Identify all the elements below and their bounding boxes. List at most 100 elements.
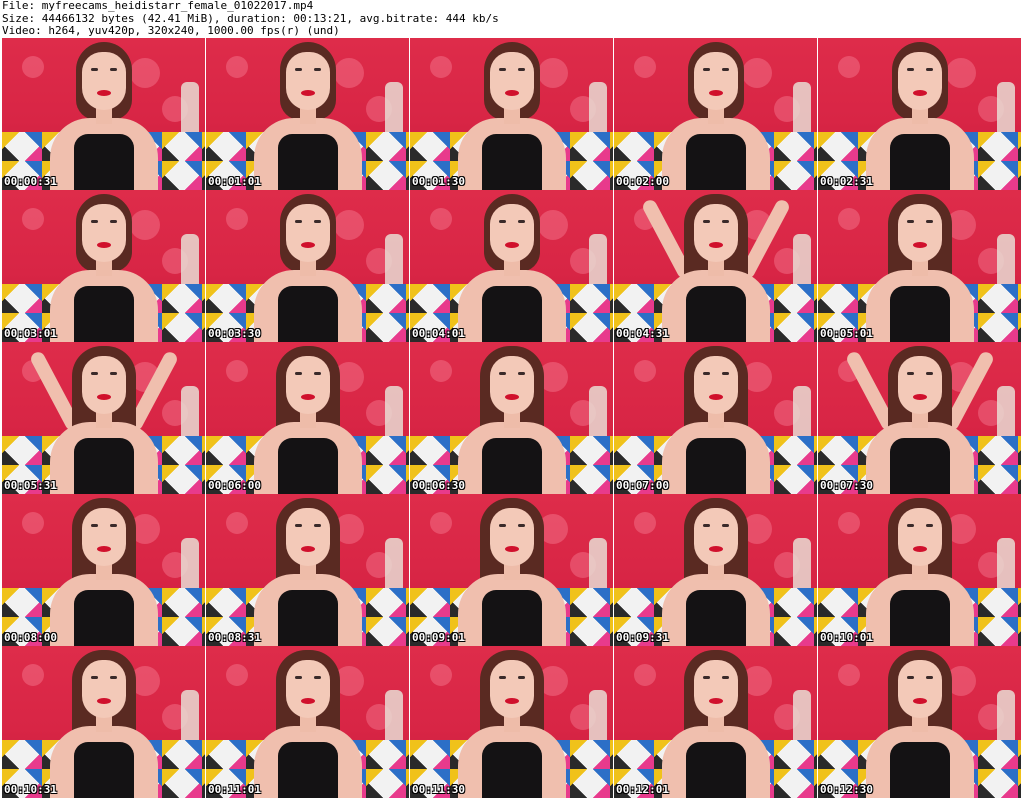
person-figure bbox=[844, 342, 995, 494]
wallpaper-dot bbox=[838, 664, 860, 686]
eye bbox=[925, 524, 933, 527]
eye bbox=[109, 676, 117, 679]
thumbnail-timestamp: 00:06:30 bbox=[412, 479, 465, 492]
thumbnail-timestamp: 00:02:31 bbox=[820, 175, 873, 188]
video-thumbnail: 00:05:31 bbox=[2, 342, 205, 494]
eye bbox=[702, 676, 710, 679]
face bbox=[81, 356, 126, 414]
lips bbox=[300, 242, 315, 248]
thumbnail-timestamp: 00:07:30 bbox=[820, 479, 873, 492]
lips bbox=[708, 242, 723, 248]
thumbnail-timestamp: 00:10:01 bbox=[820, 631, 873, 644]
wallpaper-dot bbox=[430, 360, 452, 382]
video-thumbnail: 00:06:00 bbox=[206, 342, 409, 494]
eye bbox=[294, 676, 302, 679]
face bbox=[285, 356, 330, 414]
thumbnail-timestamp: 00:02:00 bbox=[616, 175, 669, 188]
eye bbox=[721, 524, 729, 527]
face bbox=[897, 356, 942, 414]
black-top bbox=[889, 590, 950, 646]
person-figure bbox=[860, 646, 980, 798]
thumbnail-timestamp: 00:04:01 bbox=[412, 327, 465, 340]
thumbnail-timestamp: 00:09:01 bbox=[412, 631, 465, 644]
black-top bbox=[685, 286, 746, 342]
black-top bbox=[277, 134, 338, 190]
black-top bbox=[481, 742, 542, 798]
thumbnail-timestamp: 00:01:01 bbox=[208, 175, 261, 188]
lips bbox=[708, 90, 723, 96]
wallpaper-dot bbox=[430, 56, 452, 78]
face bbox=[693, 660, 738, 718]
eye bbox=[498, 220, 506, 223]
video-thumbnail: 00:11:01 bbox=[206, 646, 409, 798]
thumbnail-timestamp: 00:06:00 bbox=[208, 479, 261, 492]
thumbnail-timestamp: 00:03:30 bbox=[208, 327, 261, 340]
lips bbox=[96, 242, 111, 248]
eye bbox=[90, 68, 98, 71]
lips bbox=[300, 698, 315, 704]
eye bbox=[109, 524, 117, 527]
lips bbox=[708, 394, 723, 400]
black-top bbox=[481, 286, 542, 342]
eye bbox=[906, 68, 914, 71]
wallpaper-dot bbox=[430, 512, 452, 534]
face bbox=[897, 508, 942, 566]
person-figure bbox=[640, 190, 791, 342]
thumbnail-timestamp: 00:03:01 bbox=[4, 327, 57, 340]
video-thumbnail: 00:00:31 bbox=[2, 38, 205, 190]
eye bbox=[313, 372, 321, 375]
wallpaper-dot bbox=[634, 664, 656, 686]
face bbox=[489, 204, 534, 262]
eye bbox=[90, 220, 98, 223]
person-figure bbox=[248, 494, 368, 646]
person-figure bbox=[452, 38, 572, 190]
eye bbox=[925, 220, 933, 223]
eye bbox=[109, 68, 117, 71]
video-thumbnail: 00:03:01 bbox=[2, 190, 205, 342]
black-top bbox=[889, 742, 950, 798]
face bbox=[81, 204, 126, 262]
wallpaper-dot bbox=[226, 208, 248, 230]
face bbox=[285, 660, 330, 718]
wallpaper-dot bbox=[226, 512, 248, 534]
black-top bbox=[73, 286, 134, 342]
eye bbox=[109, 220, 117, 223]
face bbox=[489, 508, 534, 566]
eye bbox=[517, 524, 525, 527]
black-top bbox=[277, 590, 338, 646]
video-thumbnail: 00:12:01 bbox=[614, 646, 817, 798]
lips bbox=[708, 546, 723, 552]
lips bbox=[504, 546, 519, 552]
thumbnail-timestamp: 00:07:00 bbox=[616, 479, 669, 492]
eye bbox=[90, 372, 98, 375]
wallpaper-dot bbox=[22, 512, 44, 534]
lips bbox=[504, 242, 519, 248]
face bbox=[693, 204, 738, 262]
thumbnail-timestamp: 00:12:01 bbox=[616, 783, 669, 796]
eye bbox=[313, 220, 321, 223]
person-figure bbox=[452, 190, 572, 342]
lips bbox=[708, 698, 723, 704]
black-top bbox=[73, 742, 134, 798]
black-top bbox=[73, 590, 134, 646]
eye bbox=[498, 524, 506, 527]
person-figure bbox=[452, 494, 572, 646]
wallpaper-dot bbox=[838, 56, 860, 78]
face bbox=[489, 356, 534, 414]
eye bbox=[517, 68, 525, 71]
black-top bbox=[277, 438, 338, 494]
eye bbox=[906, 676, 914, 679]
black-top bbox=[73, 134, 134, 190]
face bbox=[285, 204, 330, 262]
face bbox=[489, 52, 534, 110]
person-figure bbox=[656, 494, 776, 646]
video-thumbnail: 00:01:30 bbox=[410, 38, 613, 190]
person-figure bbox=[248, 190, 368, 342]
black-top bbox=[277, 742, 338, 798]
video-thumbnail: 00:10:31 bbox=[2, 646, 205, 798]
eye bbox=[925, 68, 933, 71]
info-header: File: myfreecams_heidistarr_female_01022… bbox=[2, 0, 1022, 38]
eye bbox=[702, 220, 710, 223]
eye bbox=[498, 372, 506, 375]
black-top bbox=[685, 134, 746, 190]
